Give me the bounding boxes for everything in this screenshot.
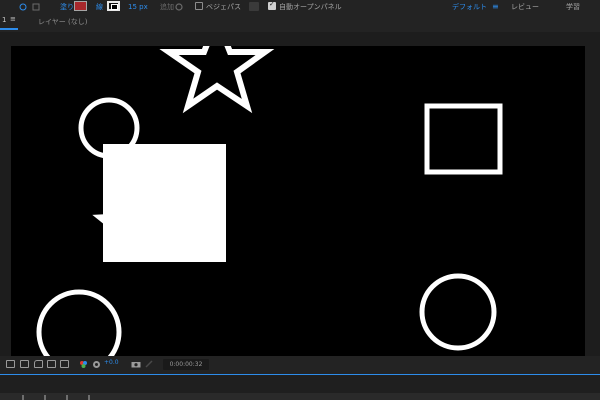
timeline-marker: [44, 395, 46, 400]
circle-shape-lower-right[interactable]: [419, 273, 497, 351]
star-shape-top[interactable]: [159, 46, 275, 114]
stroke-label[interactable]: 線: [96, 0, 103, 14]
composition-tab[interactable]: 1: [2, 16, 6, 24]
auto-open-label: 自動オープンパネル: [279, 3, 342, 11]
hamburger-icon[interactable]: ≡: [10, 15, 16, 23]
color-picker-icon[interactable]: [79, 360, 88, 369]
add-circle-icon[interactable]: [175, 3, 183, 11]
composition-canvas[interactable]: [11, 46, 585, 356]
snap-toggle-icon[interactable]: [249, 2, 259, 11]
auto-open-checkbox[interactable]: [268, 0, 276, 10]
exposure-value[interactable]: +0.0: [104, 359, 119, 366]
filled-square-shape[interactable]: [103, 144, 226, 262]
layer-viewer-label: レイヤー (なし): [38, 18, 88, 26]
grid-icon[interactable]: [20, 360, 29, 368]
timeline-panel: [0, 374, 600, 400]
active-tab-indicator: [0, 28, 18, 30]
transparency-grid-icon[interactable]: [60, 360, 69, 368]
exposure-reset-icon[interactable]: [92, 360, 101, 369]
bezier-path-checkbox[interactable]: [195, 2, 203, 10]
show-snapshot-icon[interactable]: [145, 360, 153, 368]
timeline-marker: [88, 395, 90, 400]
stroke-width-value[interactable]: 15 px: [128, 0, 148, 14]
shape-tool-icon[interactable]: [19, 3, 27, 11]
stroke-color-swatch[interactable]: [107, 1, 120, 11]
workspace-review-tab[interactable]: レビュー: [511, 0, 539, 14]
viewer-bottom-bar: +0.0 0:00:00:32: [0, 356, 600, 374]
mask-visibility-icon[interactable]: [34, 360, 43, 368]
timeline-marker: [66, 395, 68, 400]
composition-tab-bar: 1 ≡ レイヤー (なし): [0, 14, 600, 32]
square-outline-shape[interactable]: [424, 103, 503, 175]
bezier-path-label: ベジェパス: [206, 3, 241, 11]
snapshot-camera-icon[interactable]: [131, 360, 141, 368]
region-icon[interactable]: [47, 360, 56, 368]
fill-label[interactable]: 塗り: [60, 0, 74, 14]
timeline-row: [0, 393, 600, 400]
mask-tool-icon[interactable]: [32, 3, 40, 11]
circle-shape-lower-left[interactable]: [36, 289, 122, 356]
workspace-default-tab[interactable]: デフォルト: [452, 0, 487, 14]
fill-color-swatch[interactable]: [74, 1, 87, 11]
top-toolbar: 塗り 線 15 px 追加 ベジェパス 自動オープンパネル デフォルト ≡ レビ…: [0, 0, 600, 14]
preview-icon[interactable]: [6, 360, 15, 368]
timeline-marker: [22, 395, 24, 400]
current-time-display[interactable]: 0:00:00:32: [163, 359, 209, 370]
workspace-menu-icon[interactable]: ≡: [492, 0, 499, 14]
workspace-learn-tab[interactable]: 学習: [566, 0, 580, 14]
add-label[interactable]: 追加: [160, 0, 174, 14]
